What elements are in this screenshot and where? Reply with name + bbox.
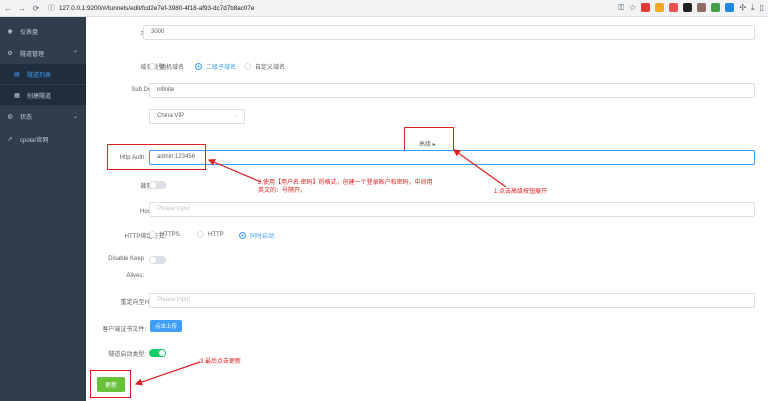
sidebar-item-cpolar-site[interactable]: ↗ cpolar官网 — [0, 129, 86, 149]
browser-toolbar: ← → ⟳ ⓘ 127.0.0.1:9200/#/tunnels/edit/fc… — [0, 0, 768, 17]
sidebar-item-label: 隧道列表 — [27, 72, 52, 79]
sidebar: ◉ 仪表盘 ⚙ 隧道管理 ⌃ ▤ 隧道列表 ▦ 创建隧道 ◍ 状态 ⌄ ↗ cp… — [0, 17, 86, 401]
arrow-to-update — [134, 361, 201, 386]
tunnel-edit-form: 本地地址: 3000 域名类型: 随机域名 二级子域名 自定义域名 Sub Do… — [86, 17, 768, 401]
sidebar-item-label: cpolar官网 — [20, 137, 49, 144]
extensions-bar: ⚿ ☆ ✣ ⤓ ▯ — [618, 3, 764, 12]
extension-yellow-icon[interactable] — [655, 3, 665, 12]
chevron-down-icon: ⌄ — [72, 113, 78, 120]
arrow-to-http-auth — [207, 159, 262, 183]
address-bar[interactable]: ⓘ 127.0.0.1:9200/#/tunnels/edit/fcd2e7ef… — [48, 3, 254, 13]
chevron-up-icon: ⌃ — [72, 50, 78, 57]
download-icon[interactable]: ⤓ — [751, 3, 755, 12]
sidebar-item-label: 仪表盘 — [20, 29, 39, 36]
sidebar-item-label: 创建隧道 — [27, 93, 52, 100]
forward-icon[interactable]: → — [16, 2, 28, 14]
link-icon: ↗ — [7, 136, 13, 143]
sidebar-item-tunnel-list[interactable]: ▤ 隧道列表 — [0, 64, 86, 84]
star-icon[interactable]: ☆ — [629, 3, 636, 12]
sidebar-item-tunnel-manage[interactable]: ⚙ 隧道管理 ⌃ — [0, 43, 86, 63]
back-icon[interactable]: ← — [2, 2, 14, 14]
reload-icon[interactable]: ⟳ — [30, 2, 42, 14]
extension-brown-icon[interactable] — [697, 3, 707, 12]
extension-blue-icon[interactable] — [725, 3, 735, 12]
site-info-icon[interactable]: ⓘ — [48, 3, 55, 13]
list-icon: ▤ — [14, 71, 20, 78]
url-text: 127.0.0.1:9200/#/tunnels/edit/fcd2e7ef-3… — [59, 4, 255, 12]
dashboard-icon: ◉ — [7, 28, 13, 35]
status-icon: ◍ — [7, 113, 13, 120]
extension-red-icon[interactable] — [641, 3, 651, 12]
arrow-to-advanced — [453, 149, 507, 188]
sidebar-item-status[interactable]: ◍ 状态 ⌄ — [0, 106, 86, 126]
annotation-arrows — [134, 149, 507, 386]
extension-red2-icon[interactable] — [669, 3, 679, 12]
extension-dark-icon[interactable] — [683, 3, 693, 12]
puzzle-icon[interactable]: ✣ — [739, 3, 746, 12]
key-icon[interactable]: ⚿ — [618, 3, 624, 12]
create-icon: ▦ — [14, 92, 20, 99]
sidebar-item-create-tunnel[interactable]: ▦ 创建隧道 — [0, 85, 86, 105]
tunnel-manage-icon: ⚙ — [7, 50, 13, 57]
extension-green-icon[interactable] — [711, 3, 721, 12]
sidepanel-icon[interactable]: ▯ — [760, 3, 764, 12]
sidebar-item-dashboard[interactable]: ◉ 仪表盘 — [0, 21, 86, 41]
sidebar-item-label: 状态 — [20, 114, 33, 121]
sidebar-item-label: 隧道管理 — [20, 51, 45, 58]
